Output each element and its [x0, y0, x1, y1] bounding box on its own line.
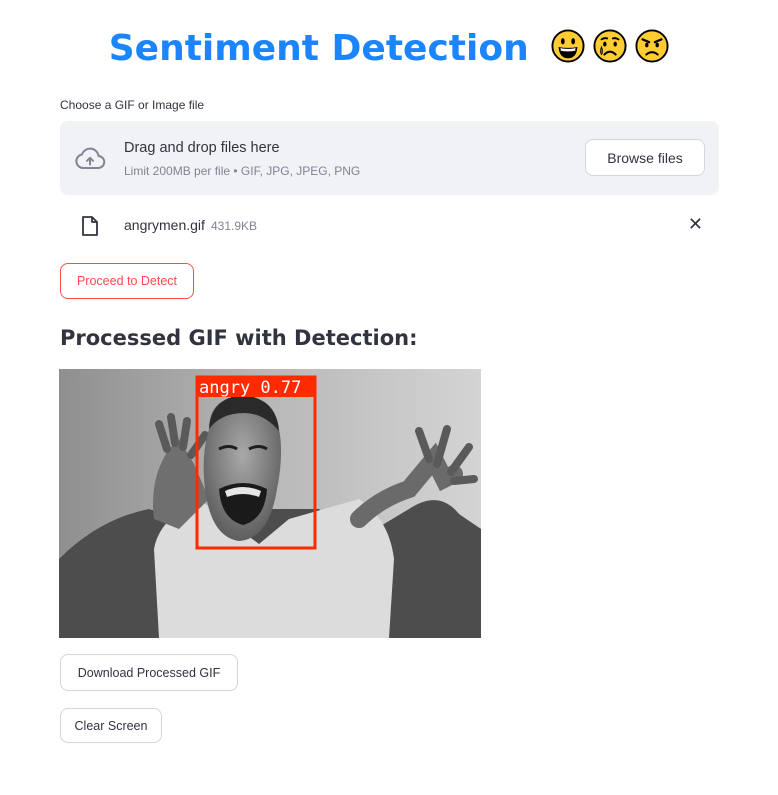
- browse-files-button[interactable]: Browse files: [585, 139, 705, 176]
- file-icon: [82, 216, 98, 236]
- uploaded-file-row: angrymen.gif 431.9KB ✕: [60, 210, 719, 242]
- uploader-label: Choose a GIF or Image file: [60, 98, 205, 112]
- proceed-to-detect-button[interactable]: Proceed to Detect: [60, 263, 194, 299]
- page-title: Sentiment Detection: [0, 28, 778, 69]
- crying-face-icon: [593, 29, 627, 63]
- grinning-face-icon: [551, 29, 585, 63]
- dropzone-limit: Limit 200MB per file • GIF, JPG, JPEG, P…: [124, 164, 361, 178]
- detection-label: angry 0.77: [199, 378, 301, 398]
- dropzone-title: Drag and drop files here: [124, 140, 280, 156]
- title-emojis: [551, 29, 669, 63]
- uploaded-file-name: angrymen.gif: [124, 217, 205, 233]
- page-title-text: Sentiment Detection: [108, 28, 529, 69]
- download-processed-gif-button[interactable]: Download Processed GIF: [60, 654, 238, 691]
- file-dropzone[interactable]: Drag and drop files here Limit 200MB per…: [60, 121, 719, 195]
- clear-screen-button[interactable]: Clear Screen: [60, 708, 162, 743]
- angry-face-icon: [635, 29, 669, 63]
- cloud-upload-icon: [75, 147, 106, 169]
- uploaded-file-size: 431.9KB: [211, 219, 258, 233]
- processed-gif-image: angry 0.77: [59, 369, 481, 638]
- result-heading: Processed GIF with Detection:: [60, 326, 418, 350]
- remove-file-close-icon[interactable]: ✕: [688, 214, 703, 235]
